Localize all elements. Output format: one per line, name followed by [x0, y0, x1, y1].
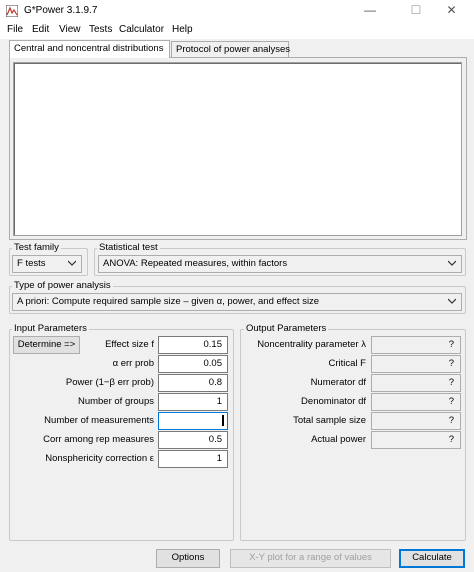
output-parameters-label: Output Parameters [244, 323, 329, 334]
critical-f-label: Critical F [328, 358, 366, 369]
number-of-groups-field[interactable]: 1 [158, 393, 228, 411]
corr-rep-measures-field[interactable]: 0.5 [158, 431, 228, 449]
chevron-down-icon [448, 298, 456, 304]
number-of-groups-label: Number of groups [77, 396, 154, 407]
actual-power-label: Actual power [311, 434, 366, 445]
minimize-button[interactable]: — [347, 0, 393, 22]
power-field[interactable]: 0.8 [158, 374, 228, 392]
test-family-label: Test family [12, 242, 61, 253]
number-of-measurements-field[interactable] [158, 412, 228, 430]
statistical-test-select[interactable]: ANOVA: Repeated measures, within factors [98, 255, 462, 273]
numerator-df-label: Numerator df [310, 377, 366, 388]
power-analysis-value: A priori: Compute required sample size –… [17, 296, 320, 307]
tab-distributions[interactable]: Central and noncentral distributions [9, 40, 170, 58]
gpower-app-icon [6, 5, 18, 17]
menu-calculator[interactable]: Calculator [119, 24, 164, 35]
chevron-down-icon [68, 260, 76, 266]
statistical-test-value: ANOVA: Repeated measures, within factors [103, 258, 288, 269]
noncentrality-value: ? [371, 336, 461, 354]
power-analysis-select[interactable]: A priori: Compute required sample size –… [12, 293, 462, 311]
critical-f-value: ? [371, 355, 461, 373]
options-button[interactable]: Options [156, 549, 220, 568]
nonsphericity-field[interactable]: 1 [158, 450, 228, 468]
menu-help[interactable]: Help [172, 24, 193, 35]
total-sample-size-value: ? [371, 412, 461, 430]
alpha-err-prob-field[interactable]: 0.05 [158, 355, 228, 373]
calculate-button[interactable]: Calculate [399, 549, 465, 568]
chevron-down-icon [448, 260, 456, 266]
input-parameters-label: Input Parameters [12, 323, 89, 334]
menu-tests[interactable]: Tests [89, 24, 112, 35]
xy-plot-button[interactable]: X-Y plot for a range of values [230, 549, 391, 568]
denominator-df-label: Denominator df [301, 396, 366, 407]
tab-protocol[interactable]: Protocol of power analyses [171, 41, 290, 57]
power-analysis-label: Type of power analysis [12, 280, 113, 291]
numerator-df-value: ? [371, 374, 461, 392]
close-button[interactable]: ✕ [429, 0, 474, 22]
denominator-df-value: ? [371, 393, 461, 411]
actual-power-value: ? [371, 431, 461, 449]
power-label: Power (1−β err prob) [65, 377, 154, 388]
corr-rep-measures-label: Corr among rep measures [43, 434, 154, 445]
noncentrality-label: Noncentrality parameter λ [257, 339, 366, 350]
number-of-measurements-label: Number of measurements [44, 415, 154, 426]
menu-file[interactable]: File [7, 24, 23, 35]
nonsphericity-label: Nonsphericity correction ε [45, 453, 154, 464]
effect-size-label: Effect size f [105, 339, 154, 350]
menu-view[interactable]: View [59, 24, 81, 35]
statistical-test-label: Statistical test [97, 242, 160, 253]
alpha-err-prob-label: α err prob [112, 358, 154, 369]
test-family-value: F tests [17, 258, 46, 269]
distribution-plot-area [13, 62, 462, 236]
test-family-select[interactable]: F tests [12, 255, 82, 273]
effect-size-field[interactable]: 0.15 [158, 336, 228, 354]
menu-edit[interactable]: Edit [32, 24, 49, 35]
total-sample-size-label: Total sample size [293, 415, 366, 426]
text-caret [222, 415, 224, 426]
window-title: G*Power 3.1.9.7 [24, 5, 98, 16]
